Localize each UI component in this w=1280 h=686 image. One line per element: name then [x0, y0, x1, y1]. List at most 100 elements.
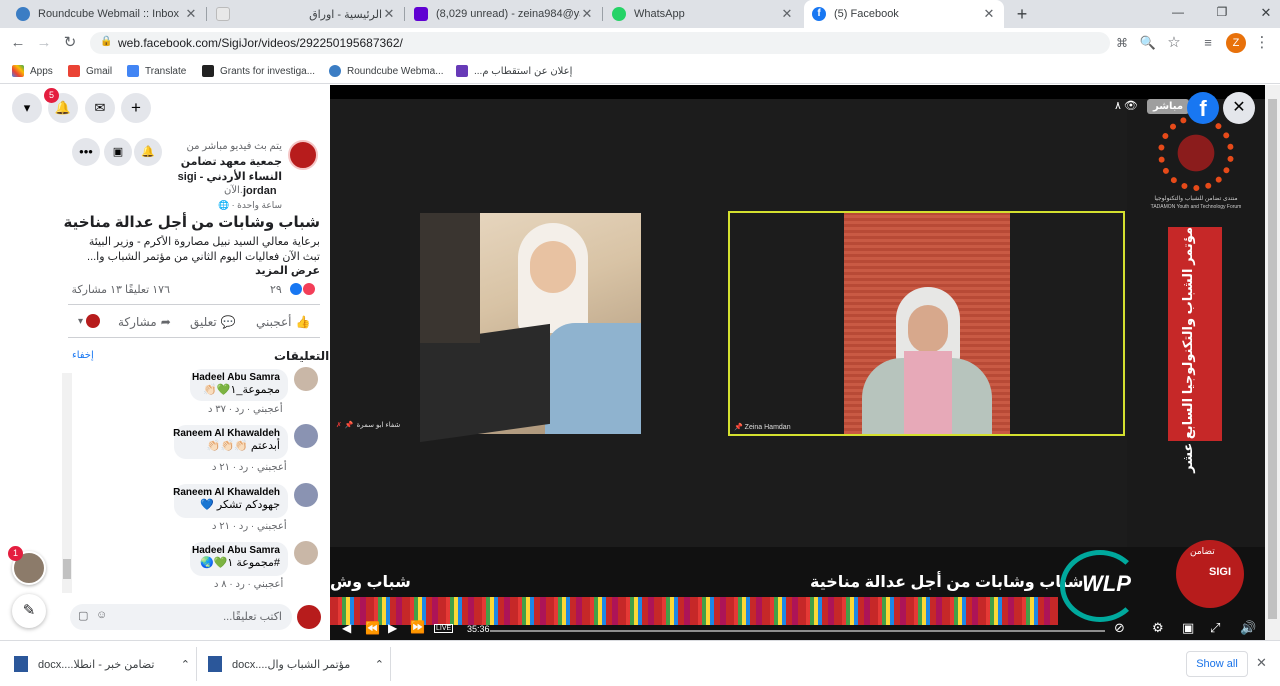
hide-comments-link[interactable]: إخفاء — [72, 350, 94, 361]
bookmark-forms[interactable]: إعلان عن استقطاب م... — [456, 63, 572, 79]
close-icon[interactable]: ✕ — [382, 6, 396, 22]
comment-icon[interactable]: ⊘ — [1114, 620, 1125, 636]
video-player[interactable]: ✗ 📌 شفاء ابو سمرة 📌 Zeina Hamdan منتدى ت… — [330, 85, 1265, 640]
minimize-button[interactable]: — — [1168, 5, 1188, 19]
emoji-icon[interactable]: ☺ — [96, 609, 107, 621]
account-menu-button[interactable]: ▾ — [12, 93, 42, 123]
play-icon[interactable]: ▶ — [388, 621, 397, 635]
tab-roundcube[interactable]: Roundcube Webmail :: Inbox ✕ — [8, 0, 206, 28]
scrollbar-thumb[interactable] — [1268, 99, 1277, 619]
profile-avatar[interactable]: Z — [1226, 33, 1246, 53]
viewer-count: ٨ 👁 — [1115, 99, 1138, 112]
share-button[interactable]: مشاركة ➦ — [118, 315, 171, 329]
avatar[interactable] — [294, 424, 318, 448]
tab-facebook[interactable]: f (5) Facebook ✕ — [804, 0, 1004, 28]
close-window-button[interactable]: ✕ — [1256, 5, 1276, 21]
tab-yahoo-mail[interactable]: (8,029 unread) - zeina984@yahoo ✕ — [406, 0, 602, 28]
avatar[interactable] — [294, 483, 318, 507]
close-icon[interactable]: ✕ — [780, 6, 794, 22]
facebook-icon[interactable]: f — [1187, 92, 1219, 124]
download-item[interactable]: تضامن خبر - انطلا....docx ⌃ — [14, 651, 190, 677]
live-status: يتم بث فيديو مباشر من — [186, 141, 282, 152]
bookmark-label: Roundcube Webma... — [347, 65, 444, 77]
facebook-icon: f — [812, 7, 826, 21]
commenter-name[interactable]: Raneem Al Khawaldeh — [173, 487, 280, 498]
post-title: شباب وشابات من أجل عدالة مناخية — [63, 214, 320, 231]
comments-shares-count[interactable]: ١٧٦ تعليقًا ١٣ مشاركة — [70, 283, 170, 296]
avatar[interactable] — [294, 367, 318, 391]
skip-back-icon[interactable]: ◀ — [342, 621, 351, 635]
page-scrollbar[interactable] — [1265, 85, 1280, 640]
show-all-button[interactable]: Show all — [1186, 651, 1248, 677]
commenter-name[interactable]: Raneem Al Khawaldeh — [173, 428, 280, 439]
bookmark-translate[interactable]: Translate — [127, 63, 186, 79]
menu-icon[interactable]: ⋮ — [1252, 33, 1272, 53]
scrollbar-thumb[interactable] — [63, 559, 71, 579]
comment-button[interactable]: تعليق 💬 — [190, 315, 236, 329]
page-name[interactable]: jordan — [243, 185, 277, 197]
avatar[interactable] — [294, 541, 318, 565]
sticker-icon[interactable]: ▢ — [78, 609, 88, 622]
bell-icon[interactable]: 🔔 — [134, 138, 162, 166]
page-avatar[interactable] — [288, 140, 318, 170]
messenger-button[interactable]: ✉ — [85, 93, 115, 123]
commenter-name[interactable]: Hadeel Abu Samra — [192, 372, 280, 383]
comment-meta[interactable]: أعجبني · رد · ٢١ د — [212, 521, 287, 532]
chevron-up-icon[interactable]: ⌃ — [181, 658, 190, 671]
tab-awraq[interactable]: الرئيسية - اوراق ✕ — [208, 0, 404, 28]
comment-meta[interactable]: أعجبني · رد · ٢١ د — [212, 462, 287, 473]
see-more-link[interactable]: عرض المزيد — [70, 264, 320, 277]
reading-list-icon[interactable]: ≡ — [1198, 33, 1218, 53]
rewind-icon[interactable]: ⏪ — [365, 621, 380, 635]
address-bar[interactable]: 🔒 web.facebook.com/SigiJor/videos/292250… — [90, 32, 1110, 54]
forward-icon[interactable]: ⏩ — [410, 620, 425, 634]
chevron-up-icon[interactable]: ⌃ — [375, 658, 384, 671]
more-options-button[interactable]: ••• — [72, 138, 100, 166]
reload-icon[interactable]: ↻ — [60, 33, 80, 53]
like-reaction-icon[interactable] — [290, 283, 302, 295]
lock-icon: 🔒 — [100, 36, 113, 47]
create-button[interactable]: + — [121, 93, 151, 123]
pip-icon[interactable]: ▣ — [1182, 620, 1194, 636]
bookmark-gmail[interactable]: Gmail — [68, 63, 112, 79]
post-as-selector[interactable]: ▾ — [78, 314, 101, 328]
new-tab-button[interactable]: + — [1012, 4, 1032, 24]
comment-meta[interactable]: أعجبني · رد · ٣٧ د — [208, 404, 283, 415]
love-reaction-icon[interactable] — [303, 283, 315, 295]
participant-label-right: 📌 Zeina Hamdan — [734, 423, 791, 431]
tab-whatsapp[interactable]: WhatsApp ✕ — [604, 0, 802, 28]
page-name[interactable]: النساء الأردني - sigi — [150, 170, 282, 183]
star-icon[interactable]: ☆ — [1164, 33, 1184, 53]
grants-icon — [202, 65, 214, 77]
back-icon[interactable]: ← — [8, 33, 28, 53]
post-time: الآن. — [224, 185, 243, 196]
page-name[interactable]: جمعية معهد تضامن — [150, 155, 282, 168]
commenter-name[interactable]: Hadeel Abu Samra — [192, 545, 280, 556]
download-item[interactable]: مؤتمر الشباب وال....docx ⌃ — [208, 651, 384, 677]
close-icon[interactable]: ✕ — [184, 6, 198, 22]
bookmark-apps[interactable]: Apps — [12, 63, 53, 79]
translate-icon[interactable]: ⌘ — [1112, 33, 1132, 53]
like-button[interactable]: أعجبني 👍 — [256, 315, 310, 329]
maximize-button[interactable]: ❐ — [1212, 5, 1232, 19]
progress-bar[interactable] — [490, 630, 1105, 632]
volume-icon[interactable]: 🔊 — [1240, 620, 1256, 636]
close-icon[interactable]: ✕ — [982, 6, 996, 22]
new-message-button[interactable]: ✎ — [12, 594, 46, 628]
zoom-icon[interactable]: 🔍 — [1138, 33, 1158, 53]
bookmark-roundcube[interactable]: Roundcube Webma... — [329, 63, 444, 79]
pin-icon: 📌 — [344, 422, 354, 429]
settings-icon[interactable]: ⚙ — [1152, 620, 1164, 636]
forward-icon[interactable]: → — [34, 33, 54, 53]
close-icon[interactable]: ✕ — [580, 6, 594, 22]
fullscreen-icon[interactable]: ⤢ — [1210, 620, 1220, 636]
comment-input[interactable]: اكتب تعليقًا... ☺ ▢ — [70, 604, 292, 630]
reactions-count[interactable]: ٢٩ — [270, 283, 282, 296]
bookmark-grants[interactable]: Grants for investiga... — [202, 63, 315, 79]
close-video-button[interactable]: ✕ — [1223, 92, 1255, 124]
close-downloads-icon[interactable]: ✕ — [1256, 655, 1267, 671]
comments-scrollbar[interactable] — [62, 373, 72, 593]
save-icon[interactable]: ▣ — [104, 138, 132, 166]
comment-meta[interactable]: أعجبني · رد · ٨ د — [214, 579, 283, 590]
url-text[interactable]: web.facebook.com/SigiJor/videos/29225019… — [118, 36, 403, 50]
